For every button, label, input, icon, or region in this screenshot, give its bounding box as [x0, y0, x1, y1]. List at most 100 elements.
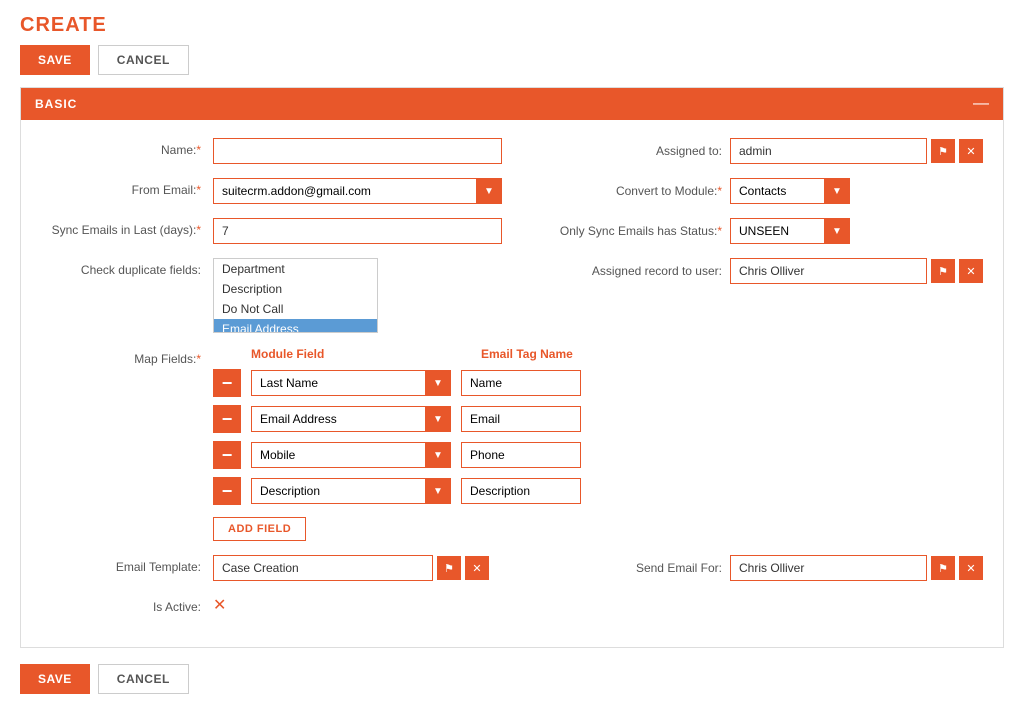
bottom-form-grid: Email Template: ⚑ ✕: [41, 555, 983, 629]
check-dup-label: Check duplicate fields:: [41, 258, 201, 277]
assigned-to-field: ⚑ ✕: [730, 138, 983, 164]
send-email-for-select-button[interactable]: ⚑: [931, 556, 955, 580]
map-module-select-4[interactable]: Description: [251, 478, 451, 504]
x-icon-4: ✕: [966, 562, 975, 575]
convert-module-label: Convert to Module:*: [522, 184, 722, 198]
form-grid: Name:* From Email:* suitecrm.addon@gm: [41, 138, 983, 347]
bottom-right-column: Send Email For: ⚑ ✕: [522, 555, 983, 629]
flag-icon-2: ⚑: [938, 265, 948, 278]
map-module-select-1-wrapper: Last Name ▼: [251, 370, 451, 396]
assigned-to-row: Assigned to: ⚑ ✕: [522, 138, 983, 164]
map-module-select-4-wrapper: Description ▼: [251, 478, 451, 504]
bottom-button-bar: SAVE CANCEL: [0, 664, 1024, 706]
assigned-record-row: Assigned record to user: ⚑ ✕: [522, 258, 983, 284]
minus-icon-1: −: [222, 373, 233, 394]
map-module-select-2-wrapper: Email Address ▼: [251, 406, 451, 432]
assigned-record-clear-button[interactable]: ✕: [959, 259, 983, 283]
assigned-to-select-button[interactable]: ⚑: [931, 139, 955, 163]
collapse-button[interactable]: —: [973, 96, 989, 112]
map-module-select-3-wrapper: Mobile ▼: [251, 442, 451, 468]
is-active-field: ✕: [213, 595, 502, 615]
remove-row-3-button[interactable]: −: [213, 441, 241, 469]
x-icon: ✕: [966, 145, 975, 158]
map-fields-headers: Module Field Email Tag Name: [213, 347, 983, 361]
from-email-field: suitecrm.addon@gmail.com ▼: [213, 178, 502, 204]
name-row: Name:*: [41, 138, 502, 164]
send-email-for-input[interactable]: [730, 555, 927, 581]
assigned-to-input[interactable]: [730, 138, 927, 164]
map-fields-content: Module Field Email Tag Name − Last Name …: [213, 347, 983, 541]
bottom-left-column: Email Template: ⚑ ✕: [41, 555, 502, 629]
send-email-for-label: Send Email For:: [522, 561, 722, 575]
assigned-record-input[interactable]: [730, 258, 927, 284]
dropdown-item-do-not-call[interactable]: Do Not Call: [214, 299, 377, 319]
sync-days-label: Sync Emails in Last (days):*: [41, 218, 201, 237]
assigned-record-select-button[interactable]: ⚑: [931, 259, 955, 283]
email-template-clear-button[interactable]: ✕: [465, 556, 489, 580]
module-field-header: Module Field: [251, 347, 451, 361]
from-email-select-wrapper: suitecrm.addon@gmail.com ▼: [213, 178, 502, 204]
add-field-button[interactable]: ADD FIELD: [213, 517, 306, 541]
assigned-record-field: ⚑ ✕: [730, 258, 983, 284]
left-column: Name:* From Email:* suitecrm.addon@gm: [41, 138, 502, 347]
is-active-row: Is Active: ✕: [41, 595, 502, 615]
send-email-for-clear-button[interactable]: ✕: [959, 556, 983, 580]
remove-row-2-button[interactable]: −: [213, 405, 241, 433]
basic-section: BASIC — Name:* From Email:*: [20, 87, 1004, 648]
email-tag-input-1[interactable]: [461, 370, 581, 396]
map-row-4: − Description ▼: [213, 477, 983, 505]
sync-status-select[interactable]: UNSEEN: [730, 218, 850, 244]
map-row-1: − Last Name ▼: [213, 369, 983, 397]
dropdown-item-email-address[interactable]: Email Address: [214, 319, 377, 333]
email-tag-input-4[interactable]: [461, 478, 581, 504]
minus-icon-4: −: [222, 481, 233, 502]
duplicate-fields-dropdown[interactable]: Department Description Do Not Call Email…: [213, 258, 378, 333]
email-template-row: Email Template: ⚑ ✕: [41, 555, 502, 581]
email-tag-input-3[interactable]: [461, 442, 581, 468]
dropdown-item-description[interactable]: Description: [214, 279, 377, 299]
sync-status-label: Only Sync Emails has Status:*: [522, 224, 722, 238]
convert-module-select-wrapper: Contacts ▼: [730, 178, 850, 204]
x-icon-3: ✕: [472, 562, 481, 575]
right-column: Assigned to: ⚑ ✕ Convert to Module: [522, 138, 983, 347]
minus-icon-2: −: [222, 409, 233, 430]
save-button-bottom[interactable]: SAVE: [20, 664, 90, 694]
sync-days-input[interactable]: [213, 218, 502, 244]
flag-icon: ⚑: [938, 145, 948, 158]
sync-days-row: Sync Emails in Last (days):*: [41, 218, 502, 244]
remove-row-4-button[interactable]: −: [213, 477, 241, 505]
cancel-button-top[interactable]: CANCEL: [98, 45, 189, 75]
map-module-select-1[interactable]: Last Name: [251, 370, 451, 396]
save-button-top[interactable]: SAVE: [20, 45, 90, 75]
cancel-button-bottom[interactable]: CANCEL: [98, 664, 189, 694]
dropdown-item-department[interactable]: Department: [214, 259, 377, 279]
page-title: CREATE: [0, 0, 1024, 45]
email-template-select-button[interactable]: ⚑: [437, 556, 461, 580]
email-template-label: Email Template:: [41, 555, 201, 574]
email-template-field: ⚑ ✕: [213, 555, 502, 581]
assigned-record-label: Assigned record to user:: [522, 264, 722, 278]
convert-module-field: Contacts ▼: [730, 178, 983, 204]
convert-module-select[interactable]: Contacts: [730, 178, 850, 204]
email-template-input[interactable]: [213, 555, 433, 581]
is-active-label: Is Active:: [41, 595, 201, 614]
email-tag-input-2[interactable]: [461, 406, 581, 432]
name-label: Name:*: [41, 138, 201, 157]
from-email-label: From Email:*: [41, 178, 201, 197]
name-input[interactable]: [213, 138, 502, 164]
convert-module-row: Convert to Module:* Contacts ▼: [522, 178, 983, 204]
flag-icon-4: ⚑: [938, 562, 948, 575]
map-module-select-2[interactable]: Email Address: [251, 406, 451, 432]
is-active-checkbox[interactable]: ✕: [213, 597, 226, 614]
map-module-select-3[interactable]: Mobile: [251, 442, 451, 468]
section-title: BASIC: [35, 97, 77, 111]
sync-status-row: Only Sync Emails has Status:* UNSEEN ▼: [522, 218, 983, 244]
map-fields-label: Map Fields:*: [41, 347, 201, 366]
x-icon-2: ✕: [966, 265, 975, 278]
sync-days-field: [213, 218, 502, 244]
remove-row-1-button[interactable]: −: [213, 369, 241, 397]
section-header: BASIC —: [21, 88, 1003, 120]
from-email-select[interactable]: suitecrm.addon@gmail.com: [213, 178, 502, 204]
send-email-for-row: Send Email For: ⚑ ✕: [522, 555, 983, 581]
assigned-to-clear-button[interactable]: ✕: [959, 139, 983, 163]
